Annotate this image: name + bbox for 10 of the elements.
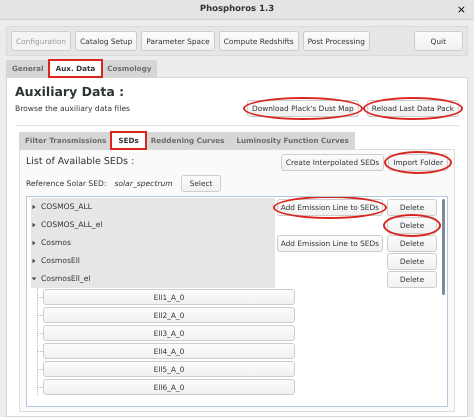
page-heading: Auxiliary Data : xyxy=(15,83,126,100)
close-button[interactable]: × xyxy=(456,3,466,17)
expand-arrow-icon[interactable] xyxy=(31,258,37,264)
expand-arrow-icon[interactable] xyxy=(31,204,37,210)
scrollbar[interactable] xyxy=(442,199,445,295)
expand-arrow-icon[interactable] xyxy=(31,240,37,246)
window-title: Phosphoros 1.3 xyxy=(200,3,274,16)
collapse-arrow-icon[interactable] xyxy=(31,276,37,282)
expand-arrow-icon[interactable] xyxy=(31,222,37,228)
list-title: List of Available SEDs : xyxy=(26,155,134,170)
